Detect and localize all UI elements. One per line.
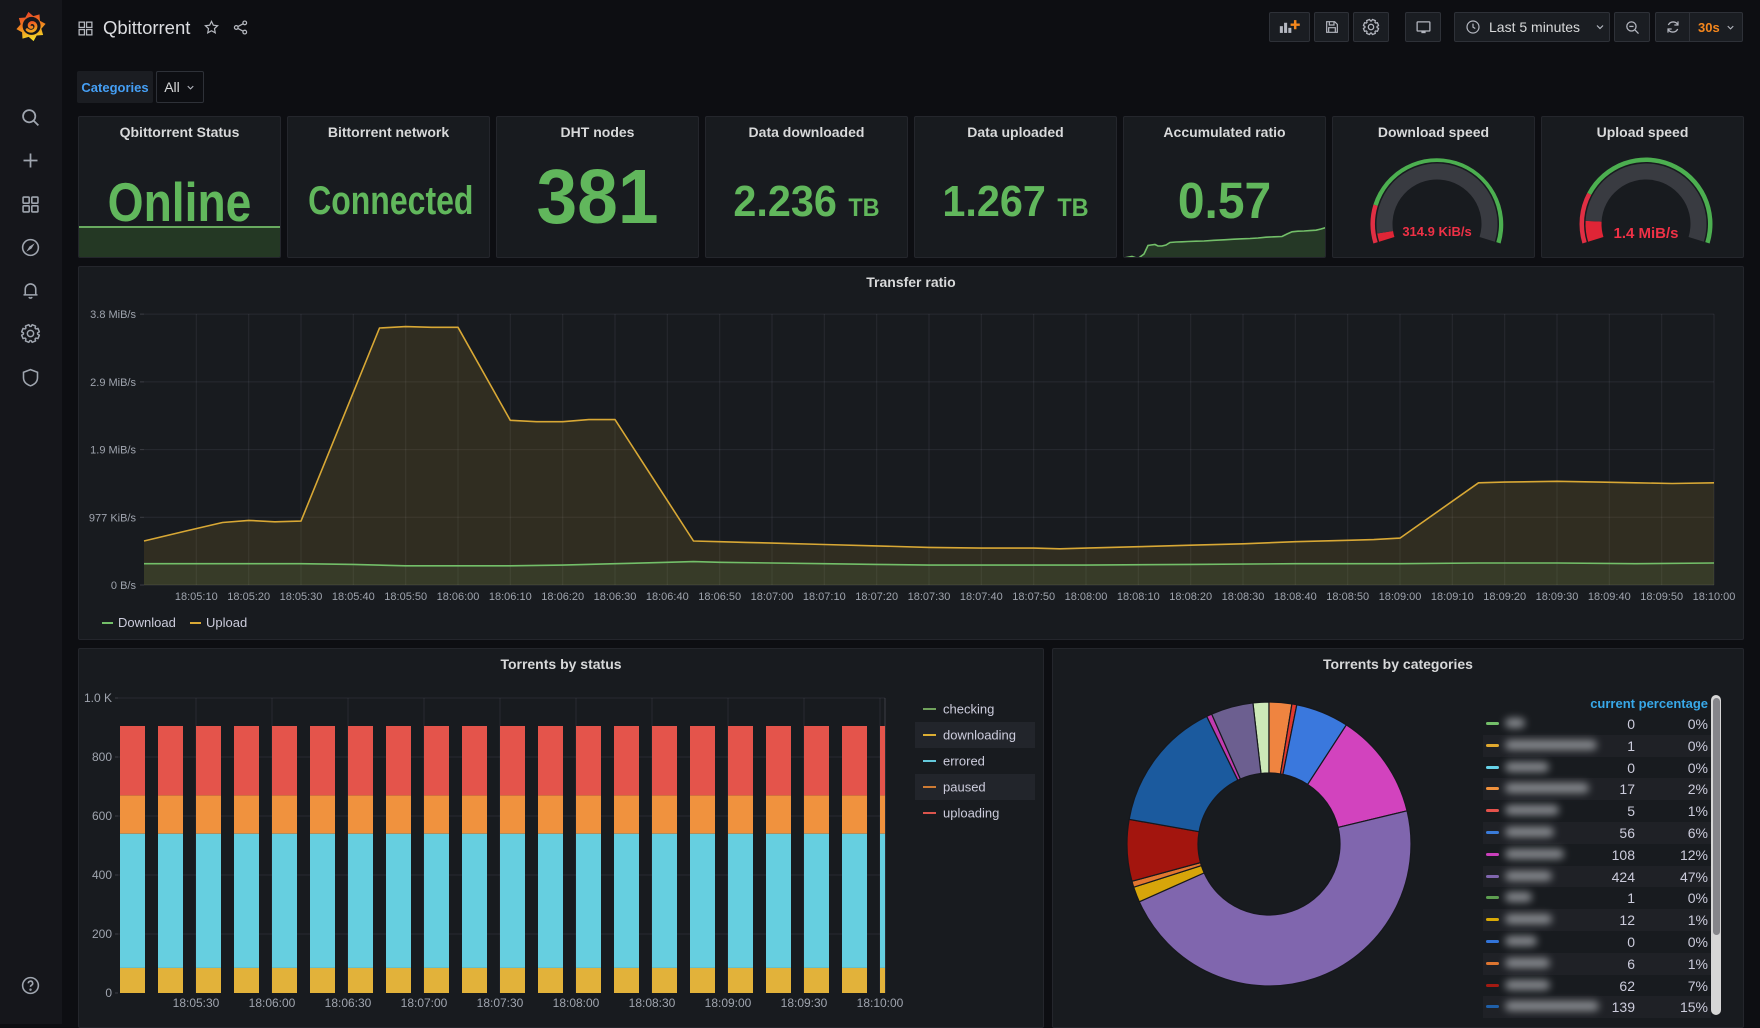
svg-text:18:06:10: 18:06:10 — [489, 591, 532, 603]
svg-text:18:07:00: 18:07:00 — [401, 996, 448, 1010]
svg-text:18:09:50: 18:09:50 — [1640, 591, 1683, 603]
svg-text:18:07:50: 18:07:50 — [1012, 591, 1055, 603]
svg-text:18:06:30: 18:06:30 — [594, 591, 637, 603]
svg-text:paused: paused — [943, 780, 986, 795]
svg-text:1.4 MiB/s: 1.4 MiB/s — [1613, 225, 1678, 242]
svg-text:18:08:50: 18:08:50 — [1326, 591, 1369, 603]
svg-text:3.8 MiB/s: 3.8 MiB/s — [90, 309, 136, 321]
svg-text:18:06:20: 18:06:20 — [541, 591, 584, 603]
svg-text:18:10:00: 18:10:00 — [1693, 591, 1736, 603]
svg-text:Upload: Upload — [206, 615, 247, 630]
svg-text:1.0 K: 1.0 K — [84, 691, 112, 705]
svg-text:18:07:20: 18:07:20 — [855, 591, 898, 603]
svg-text:18:08:30: 18:08:30 — [629, 996, 676, 1010]
svg-text:18:05:10: 18:05:10 — [175, 591, 218, 603]
svg-text:600: 600 — [92, 809, 112, 823]
svg-text:18:08:00: 18:08:00 — [553, 996, 600, 1010]
svg-text:200: 200 — [92, 927, 112, 941]
svg-text:2.9 MiB/s: 2.9 MiB/s — [90, 377, 136, 389]
svg-text:18:07:30: 18:07:30 — [477, 996, 524, 1010]
svg-text:Download: Download — [118, 615, 176, 630]
svg-text:18:08:10: 18:08:10 — [1117, 591, 1160, 603]
svg-text:18:09:00: 18:09:00 — [1379, 591, 1422, 603]
svg-text:18:07:00: 18:07:00 — [751, 591, 794, 603]
svg-text:18:09:20: 18:09:20 — [1483, 591, 1526, 603]
svg-text:checking: checking — [943, 702, 994, 717]
svg-text:18:05:30: 18:05:30 — [280, 591, 323, 603]
svg-text:18:06:50: 18:06:50 — [698, 591, 741, 603]
svg-text:18:09:00: 18:09:00 — [705, 996, 752, 1010]
svg-text:18:08:30: 18:08:30 — [1222, 591, 1265, 603]
svg-text:18:06:30: 18:06:30 — [325, 996, 372, 1010]
svg-text:800: 800 — [92, 750, 112, 764]
svg-text:0: 0 — [105, 986, 112, 1000]
svg-text:uploading: uploading — [943, 806, 999, 821]
svg-text:downloading: downloading — [943, 728, 1016, 743]
svg-text:18:06:00: 18:06:00 — [249, 996, 296, 1010]
svg-text:400: 400 — [92, 868, 112, 882]
svg-text:0 B/s: 0 B/s — [111, 580, 137, 592]
svg-text:18:08:00: 18:08:00 — [1065, 591, 1108, 603]
svg-text:errored: errored — [943, 754, 985, 769]
svg-text:18:05:20: 18:05:20 — [227, 591, 270, 603]
svg-text:18:05:40: 18:05:40 — [332, 591, 375, 603]
svg-text:18:08:40: 18:08:40 — [1274, 591, 1317, 603]
svg-text:18:06:40: 18:06:40 — [646, 591, 689, 603]
svg-text:18:09:10: 18:09:10 — [1431, 591, 1474, 603]
svg-text:18:08:20: 18:08:20 — [1169, 591, 1212, 603]
svg-text:18:07:30: 18:07:30 — [908, 591, 951, 603]
svg-text:977 KiB/s: 977 KiB/s — [89, 512, 137, 524]
svg-text:18:07:10: 18:07:10 — [803, 591, 846, 603]
svg-text:18:09:30: 18:09:30 — [781, 996, 828, 1010]
svg-text:18:06:00: 18:06:00 — [437, 591, 480, 603]
svg-text:18:05:50: 18:05:50 — [384, 591, 427, 603]
svg-text:18:10:00: 18:10:00 — [857, 996, 904, 1010]
svg-text:18:09:40: 18:09:40 — [1588, 591, 1631, 603]
svg-text:18:09:30: 18:09:30 — [1536, 591, 1579, 603]
svg-text:314.9 KiB/s: 314.9 KiB/s — [1402, 224, 1471, 239]
svg-text:18:07:40: 18:07:40 — [960, 591, 1003, 603]
svg-text:18:05:30: 18:05:30 — [173, 996, 220, 1010]
svg-text:1.9 MiB/s: 1.9 MiB/s — [90, 445, 136, 457]
